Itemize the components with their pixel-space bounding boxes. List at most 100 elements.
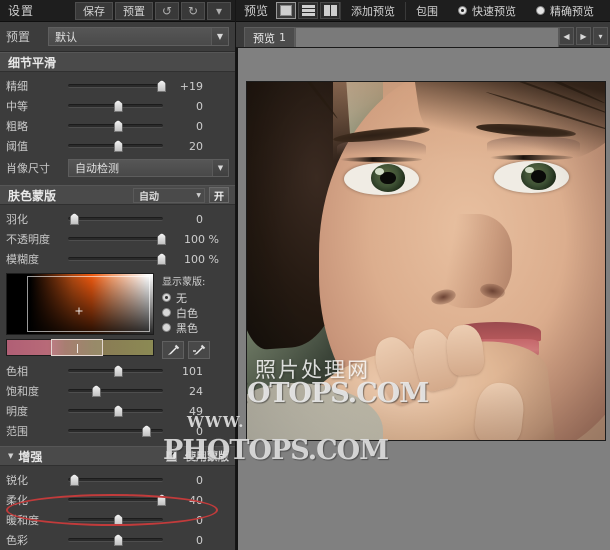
mask-option-black[interactable]: 黑色	[162, 320, 229, 335]
view-single-icon[interactable]	[276, 2, 297, 19]
skin-mask-mode-value: 自动	[139, 191, 159, 203]
section-header-skin-mask[interactable]: 肤色蒙版 自动 ▼ 开	[0, 185, 235, 205]
slider-track[interactable]	[68, 532, 163, 548]
chevron-down-icon[interactable]: ▾	[593, 27, 608, 45]
radio-icon[interactable]	[162, 323, 171, 332]
slider-track[interactable]	[68, 423, 163, 439]
preview-tab-strip: 预览 1 ◀ ▶ ▾	[236, 22, 610, 48]
tab-label: 预览	[253, 31, 275, 45]
slider-value: +19	[179, 79, 203, 93]
preview-title: 预览	[244, 4, 269, 18]
fast-preview-option[interactable]: 快速预览	[448, 3, 526, 19]
skin-mask-on-button[interactable]: 开	[209, 187, 229, 203]
slider-row-saturation[interactable]: 饱和度 24	[0, 381, 235, 401]
slider-label: 饱和度	[6, 385, 39, 398]
mask-option-none[interactable]: 无	[162, 290, 229, 305]
radio-icon[interactable]	[458, 6, 468, 15]
slider-track[interactable]	[68, 383, 163, 399]
undo-icon[interactable]: ↺	[155, 1, 179, 20]
chevron-down-icon[interactable]: ▼	[196, 189, 201, 202]
color-field-cursor[interactable]	[75, 307, 83, 315]
slider-row-medium[interactable]: 中等 0	[0, 96, 235, 116]
slider-thumb[interactable]	[113, 140, 123, 152]
save-button[interactable]: 保存	[75, 1, 113, 20]
slider-row-coarse[interactable]: 粗略 0	[0, 116, 235, 136]
preset-select[interactable]: 默认 ▼	[48, 27, 229, 46]
portrait-size-select[interactable]: 自动检测 ▼	[68, 159, 229, 177]
arrow-left-icon[interactable]: ◀	[559, 27, 574, 45]
slider-value: 24	[189, 384, 203, 398]
slider-track[interactable]	[68, 98, 163, 114]
radio-icon[interactable]	[162, 293, 171, 302]
slider-row-opacity[interactable]: 不透明度 100 %	[0, 229, 235, 249]
slider-track[interactable]	[68, 512, 163, 528]
bracket-button[interactable]: 包围	[405, 1, 448, 20]
section-header-detail-smoothing[interactable]: 细节平滑	[0, 52, 235, 72]
slider-row-threshold[interactable]: 阈值 20	[0, 136, 235, 156]
accurate-preview-option[interactable]: 精确预览	[526, 3, 604, 19]
slider-value: 40	[189, 493, 203, 507]
eyedropper-remove-icon[interactable]	[188, 341, 210, 359]
slider-thumb[interactable]	[113, 514, 123, 526]
slider-track[interactable]	[68, 231, 167, 247]
watermark-url: PHOTOPS.COM	[247, 378, 429, 409]
arrow-right-icon[interactable]: ▶	[576, 27, 591, 45]
slider-thumb[interactable]	[113, 405, 123, 417]
view-split-vertical-icon[interactable]	[320, 2, 341, 19]
slider-row-soften[interactable]: 柔化 40	[0, 490, 235, 510]
slider-thumb[interactable]	[69, 474, 79, 486]
section-title-enhance: 增强	[18, 449, 43, 464]
slider-track[interactable]	[68, 251, 167, 267]
slider-row-hue[interactable]: 色相 101	[0, 361, 235, 381]
chevron-down-icon[interactable]: ▼	[8, 452, 13, 460]
slider-track[interactable]	[68, 211, 163, 227]
skin-mask-mode-select[interactable]: 自动 ▼	[133, 187, 205, 203]
slider-value: 20	[189, 139, 203, 153]
slider-track[interactable]	[68, 118, 163, 134]
tab-preview-1[interactable]: 预览 1	[244, 27, 295, 47]
slider-thumb[interactable]	[113, 365, 123, 377]
radio-icon[interactable]	[162, 308, 171, 317]
slider-label: 不透明度	[6, 233, 50, 246]
slider-thumb[interactable]	[113, 100, 123, 112]
slider-thumb[interactable]	[113, 120, 123, 132]
slider-row-fine[interactable]: 精细 +19	[0, 76, 235, 96]
settings-title: 设置	[8, 4, 35, 18]
preview-canvas[interactable]: 照片处理网 PHOTOPS.COM	[236, 48, 610, 550]
preset-button[interactable]: 预置	[115, 1, 153, 20]
slider-track[interactable]	[68, 472, 163, 488]
add-preview-button[interactable]: 添加预览	[340, 1, 405, 20]
chevron-down-icon[interactable]: ▼	[212, 160, 228, 176]
color-field-selection	[27, 276, 150, 332]
slider-track[interactable]	[68, 363, 163, 379]
slider-row-feather[interactable]: 羽化 0	[0, 209, 235, 229]
slider-track[interactable]	[68, 403, 163, 419]
hue-range-selector[interactable]	[51, 339, 103, 356]
chevron-down-icon[interactable]: ▾	[207, 1, 231, 20]
slider-label: 羽化	[6, 213, 28, 226]
slider-thumb[interactable]	[91, 385, 101, 397]
preview-image-frame[interactable]: 照片处理网 PHOTOPS.COM	[246, 81, 606, 441]
slider-row-color[interactable]: 色彩 0	[0, 530, 235, 550]
slider-row-sharpen[interactable]: 锐化 0	[0, 470, 235, 490]
slider-label: 明度	[6, 405, 28, 418]
hue-strip[interactable]	[6, 339, 154, 356]
slider-thumb[interactable]	[113, 534, 123, 546]
mask-option-white[interactable]: 白色	[162, 305, 229, 320]
slider-thumb[interactable]	[142, 425, 152, 437]
watermark-url-left: PHOTOPS.COM	[163, 435, 389, 466]
eyedropper-add-icon[interactable]	[162, 341, 184, 359]
slider-track[interactable]	[68, 78, 167, 94]
color-field[interactable]	[6, 273, 154, 335]
slider-track[interactable]	[68, 492, 167, 508]
slider-track[interactable]	[68, 138, 163, 154]
chevron-down-icon[interactable]: ▼	[211, 28, 228, 45]
redo-icon[interactable]: ↻	[181, 1, 205, 20]
slider-thumb[interactable]	[69, 213, 79, 225]
view-split-horizontal-icon[interactable]	[298, 2, 319, 19]
slider-label: 柔化	[6, 494, 28, 507]
settings-scroll-area[interactable]: 细节平滑 精细 +19 中等 0 粗略 0 阈值 20 肖像尺寸 自动检测 ▼ …	[0, 52, 235, 550]
radio-icon[interactable]	[536, 6, 546, 15]
slider-row-warmth[interactable]: 暖和度 0	[0, 510, 235, 530]
slider-row-blur[interactable]: 模糊度 100 %	[0, 249, 235, 269]
